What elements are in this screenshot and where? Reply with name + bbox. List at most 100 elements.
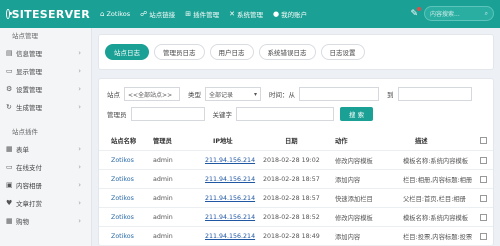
nav-item-label: 插件管理	[193, 11, 220, 19]
content-search-input[interactable]: 内容搜索... ⌕	[424, 6, 494, 21]
header-site: 站点名称	[111, 138, 137, 145]
nav-item-system[interactable]: ✕ 系统管理	[229, 9, 263, 19]
chevron-right-icon: ›	[78, 67, 81, 75]
date-cell: 2018-02-28 19:02	[263, 156, 320, 164]
nav-item-account[interactable]: ● 我的账户	[273, 9, 307, 19]
sidebar-item-label: 在线支付	[16, 164, 42, 172]
site-select-value: <<全部站点>>	[128, 91, 173, 99]
sidebar-item-label: 生成管理	[16, 104, 42, 112]
tab-user-log[interactable]: 用户日志	[209, 44, 254, 60]
sidebar-item-payment[interactable]: ▭ 在线支付 ›	[0, 158, 91, 176]
ip-link[interactable]: 211.94.156.214	[201, 233, 257, 240]
nav-item-label: Zotikos	[106, 10, 131, 18]
date-from-input[interactable]	[299, 87, 379, 101]
search-icon[interactable]: ⌕	[485, 10, 488, 18]
row-checkbox[interactable]	[473, 232, 493, 240]
top-right-tools: ✎ 内容搜索... ⌕	[410, 6, 494, 21]
magic-wand-icon[interactable]: ✎	[410, 6, 421, 19]
site-select[interactable]: <<全部站点>>	[124, 87, 180, 101]
admin-input[interactable]	[130, 107, 205, 121]
plugin-icon: ⊞	[185, 10, 192, 18]
cart-icon: ▦	[6, 217, 13, 225]
admin-cell: admin	[153, 156, 173, 164]
chevron-down-icon: ▾	[253, 90, 257, 98]
description-cell: 模板名称:系统内容模板	[403, 214, 469, 222]
admin-cell: admin	[153, 175, 173, 183]
nav-item-label: 我的账户	[281, 11, 308, 19]
nav-item-site-links[interactable]: ☍ 站点链接	[140, 9, 175, 19]
description-cell: 父栏目:首页,栏目:相册	[403, 195, 466, 203]
row-checkbox[interactable]	[473, 213, 493, 221]
description-cell: 模板名称:系统内容模板	[403, 157, 469, 165]
notification-dot	[417, 6, 421, 11]
chevron-right-icon: ›	[78, 181, 81, 189]
header-ip: IP地址	[213, 138, 233, 145]
nav-item-site[interactable]: ⌂ Zotikos	[100, 10, 130, 18]
checkbox-box	[479, 137, 487, 144]
type-select[interactable]: 全部记录 ▾	[205, 87, 261, 101]
site-link[interactable]: Zotikos	[99, 176, 153, 183]
sidebar-item-info[interactable]: ▤ 信息管理 ›	[0, 44, 91, 62]
date-cell: 2018-02-28 18:49	[263, 232, 320, 240]
checkbox-box	[479, 175, 487, 183]
home-icon: ⌂	[100, 10, 105, 18]
sidebar-item-settings[interactable]: ⚙ 设置管理 ›	[0, 80, 91, 98]
chevron-right-icon: ›	[78, 49, 81, 57]
row-checkbox[interactable]	[473, 175, 493, 183]
sidebar-item-generate[interactable]: ↻ 生成管理 ›	[0, 98, 91, 116]
date-cell: 2018-02-28 18:52	[263, 213, 320, 221]
row-checkbox[interactable]	[473, 194, 493, 202]
site-link[interactable]: Zotikos	[99, 157, 153, 164]
header-description: 描述	[415, 138, 428, 145]
date-to-input[interactable]	[397, 87, 472, 101]
sidebar-item-form[interactable]: ▦ 表单 ›	[0, 140, 91, 158]
nav-item-label: 站点链接	[149, 11, 176, 19]
filter-row-2: 管理员 关键字 搜 索	[107, 107, 374, 121]
keyword-input[interactable]	[236, 107, 334, 121]
row-checkbox[interactable]	[473, 156, 493, 164]
sidebar-item-label: 设置管理	[16, 86, 42, 94]
top-nav: ⌂ Zotikos ☍ 站点链接 ⊞ 插件管理 ✕ 系统管理 ● 我的账户	[90, 9, 307, 19]
siteserver-logo[interactable]: SITESERVER	[0, 8, 90, 21]
sidebar-item-label: 文章打赏	[16, 200, 42, 208]
header-action: 动作	[335, 138, 348, 145]
select-all-checkbox[interactable]	[473, 137, 493, 144]
site-link[interactable]: Zotikos	[99, 214, 153, 221]
reward-icon: ♥	[6, 199, 13, 207]
log-tabs: 站点日志 管理员日志 用户日志 系统错误日志 日志设置	[98, 34, 494, 70]
keyword-label: 关键字	[212, 111, 233, 119]
search-button[interactable]: 搜 索	[340, 107, 374, 121]
tab-log-settings[interactable]: 日志设置	[320, 44, 365, 60]
log-panel: 站点 <<全部站点>> 类型 全部记录 ▾ 时间：从 到 管理员 关键字 搜 索…	[98, 78, 494, 246]
ip-link[interactable]: 211.94.156.214	[201, 214, 257, 221]
sidebar-item-shopping[interactable]: ▦ 购物 ›	[0, 212, 91, 230]
tab-site-log[interactable]: 站点日志	[105, 44, 149, 60]
search-placeholder: 内容搜索...	[430, 11, 460, 18]
sidebar-item-label: 信息管理	[16, 50, 42, 58]
site-link[interactable]: Zotikos	[99, 233, 153, 240]
tab-admin-log[interactable]: 管理员日志	[154, 44, 205, 60]
sidebar-item-display[interactable]: ▭ 显示管理 ›	[0, 62, 91, 80]
action-cell: 修改内容模板	[335, 157, 373, 165]
site-link[interactable]: Zotikos	[99, 195, 153, 202]
table-row: Zotikos admin 211.94.156.214 2018-02-28 …	[99, 170, 493, 189]
ip-link[interactable]: 211.94.156.214	[201, 176, 257, 183]
sidebar-item-reward[interactable]: ♥ 文章打赏 ›	[0, 194, 91, 212]
table-row: Zotikos admin 211.94.156.214 2018-02-28 …	[99, 227, 493, 246]
chevron-right-icon: ›	[78, 103, 81, 111]
chevron-right-icon: ›	[78, 85, 81, 93]
header-admin: 管理员	[153, 138, 172, 145]
description-cell: 栏目:投票,内容标题:投票	[403, 233, 473, 241]
ip-link[interactable]: 211.94.156.214	[201, 157, 257, 164]
user-icon: ●	[272, 10, 280, 18]
action-cell: 添加内容	[335, 176, 361, 184]
sidebar-item-album[interactable]: ▣ 内容相册 ›	[0, 176, 91, 194]
action-cell: 添加内容	[335, 233, 361, 241]
tab-error-log[interactable]: 系统错误日志	[258, 44, 316, 60]
sidebar-item-label: 购物	[16, 218, 29, 226]
link-icon: ☍	[140, 10, 148, 18]
album-icon: ▣	[6, 181, 13, 189]
form-icon: ▦	[6, 145, 13, 153]
ip-link[interactable]: 211.94.156.214	[201, 195, 257, 202]
nav-item-plugins[interactable]: ⊞ 插件管理	[185, 9, 219, 19]
